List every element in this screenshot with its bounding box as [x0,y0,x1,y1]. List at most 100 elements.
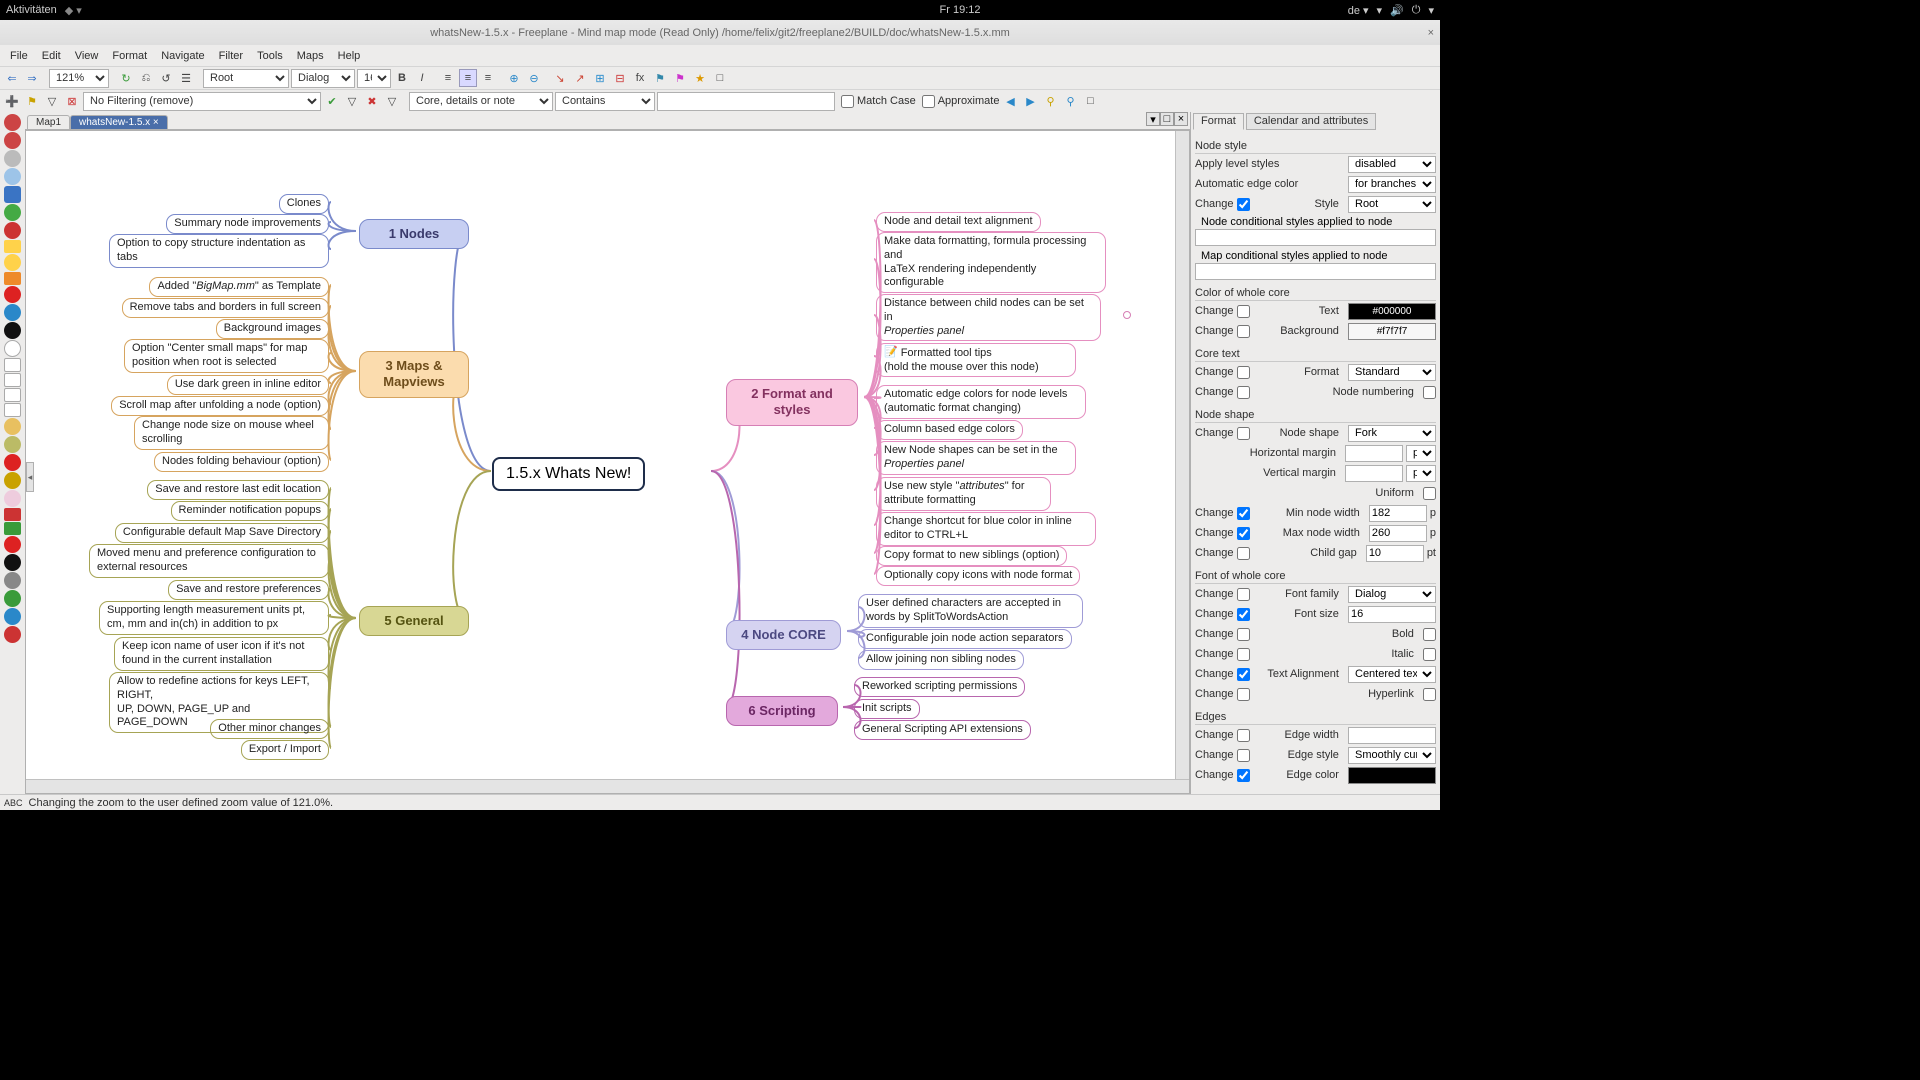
child-node[interactable]: Save and restore last edit location [147,480,329,500]
child-node[interactable]: Column based edge colors [876,420,1023,440]
align-left-icon[interactable]: ≡ [439,69,457,87]
approximate[interactable]: Approximate [922,92,1000,111]
side-icon[interactable] [4,186,21,203]
maxw-input[interactable] [1369,525,1427,542]
shape-select[interactable]: Fork [1348,425,1436,442]
filter-icon[interactable]: ➕ [3,92,21,110]
child-node[interactable]: Other minor changes [210,719,329,739]
tb-icon[interactable]: ★ [691,69,709,87]
panel-toggle[interactable]: ◂ [26,462,34,492]
tb-icon[interactable]: ⚑ [651,69,669,87]
child-node[interactable]: Supporting length measurement units pt, … [99,601,329,635]
side-icon[interactable] [4,454,21,471]
tb-icon[interactable]: ↘ [551,69,569,87]
side-icon[interactable] [4,388,21,402]
cond-input[interactable] [1195,229,1436,246]
chk-numbering[interactable] [1423,386,1436,399]
tb-icon[interactable]: ↺ [157,69,175,87]
topic-core[interactable]: 4 Node CORE [726,620,841,650]
tb-icon[interactable]: ⊞ [591,69,609,87]
side-icon[interactable] [4,608,21,625]
side-icon[interactable] [4,472,21,489]
tb-icon[interactable]: ⎌ [137,69,155,87]
filter-icon[interactable]: ⚑ [23,92,41,110]
child-node[interactable]: Optionally copy icons with node format [876,566,1080,586]
font-select[interactable]: Dialog [1348,586,1436,603]
filter-icon[interactable]: ⊠ [63,92,81,110]
root-node[interactable]: 1.5.x Whats New! [492,457,645,491]
filter-icon[interactable]: ⚲ [1041,92,1059,110]
chk[interactable] [1237,608,1250,621]
chk[interactable] [1237,427,1250,440]
child-node[interactable]: Allow joining non sibling nodes [858,650,1024,670]
side-icon[interactable] [4,114,21,131]
chk[interactable] [1237,749,1250,762]
lang-indicator[interactable]: de ▾ [1348,4,1369,17]
power-icon[interactable]: ⏻ [1412,4,1421,17]
edgewidth-input[interactable] [1348,727,1436,744]
chk-italic[interactable] [1423,648,1436,661]
menu-view[interactable]: View [69,48,105,64]
side-icon[interactable] [4,508,21,521]
child-node[interactable]: Clones [279,194,329,214]
activities[interactable]: Aktivitäten [6,4,57,16]
child-node[interactable]: Init scripts [854,699,920,719]
filter-icon[interactable]: ◀ [1001,92,1019,110]
child-node[interactable]: Moved menu and preference configuration … [89,544,329,578]
side-icon[interactable] [4,322,21,339]
side-icon[interactable] [4,522,21,535]
menu-tools[interactable]: Tools [251,48,289,64]
chk[interactable] [1237,305,1250,318]
child-node[interactable]: Configurable default Map Save Directory [115,523,329,543]
tab-close-icon[interactable]: × [1174,112,1188,126]
chk[interactable] [1237,729,1250,742]
filter-scope-select[interactable]: Core, details or note [409,92,553,111]
apply-level-select[interactable]: disabled [1348,156,1436,173]
auto-edge-select[interactable]: for branches [1348,176,1436,193]
child-node[interactable]: Copy format to new siblings (option) [876,546,1067,566]
side-icon[interactable] [4,590,21,607]
nav-fwd-icon[interactable]: ⇒ [23,69,41,87]
unit[interactable]: pt [1406,445,1436,462]
child-node[interactable]: Use dark green in inline editor [167,375,329,395]
tb-icon[interactable]: ⚑ [671,69,689,87]
textalign-select[interactable]: Centered text [1348,666,1436,683]
menu-maps[interactable]: Maps [291,48,330,64]
child-node[interactable]: Option "Center small maps" for map posit… [124,339,329,373]
side-icon[interactable] [4,572,21,589]
fontsize-input[interactable] [1348,606,1436,623]
child-node[interactable]: New Node shapes can be set in thePropert… [876,441,1076,475]
topic-maps[interactable]: 3 Maps & Mapviews [359,351,469,398]
filter-icon[interactable]: ▽ [343,92,361,110]
mindmap-canvas[interactable]: ◂ [25,130,1190,794]
chk[interactable] [1237,325,1250,338]
filter-icon[interactable]: ▽ [383,92,401,110]
child-node[interactable]: Change shortcut for blue color in inline… [876,512,1096,546]
side-icon[interactable] [4,490,21,507]
side-icon[interactable] [4,358,21,372]
tab-restore-icon[interactable]: □ [1160,112,1174,126]
zoom-select[interactable]: 121% [49,69,109,88]
child-node[interactable]: Option to copy structure indentation as … [109,234,329,268]
child-node[interactable]: Make data formatting, formula processing… [876,232,1106,293]
filtering-select[interactable]: No Filtering (remove) [83,92,321,111]
tb-icon[interactable]: ⊟ [611,69,629,87]
scrollbar-v[interactable] [1175,131,1189,779]
side-icon[interactable] [4,536,21,553]
minw-input[interactable] [1369,505,1427,522]
align-right-icon[interactable]: ≡ [479,69,497,87]
filter-icon[interactable]: ⚲ [1061,92,1079,110]
side-icon[interactable] [4,554,21,571]
side-icon[interactable] [4,436,21,453]
filter-icon[interactable]: ✔ [323,92,341,110]
menu-filter[interactable]: Filter [213,48,249,64]
chk[interactable] [1237,527,1250,540]
tab-min-icon[interactable]: ▾ [1146,112,1160,126]
child-node[interactable]: 📝Formatted tool tips(hold the mouse over… [876,343,1076,377]
tb-icon[interactable]: ↻ [117,69,135,87]
child-node[interactable]: User defined characters are accepted in … [858,594,1083,628]
chk-bold[interactable] [1423,628,1436,641]
format-select[interactable]: Standard [1348,364,1436,381]
child-node[interactable]: Added "BigMap.mm" as Template [149,277,329,297]
filter-match-select[interactable]: Contains [555,92,655,111]
